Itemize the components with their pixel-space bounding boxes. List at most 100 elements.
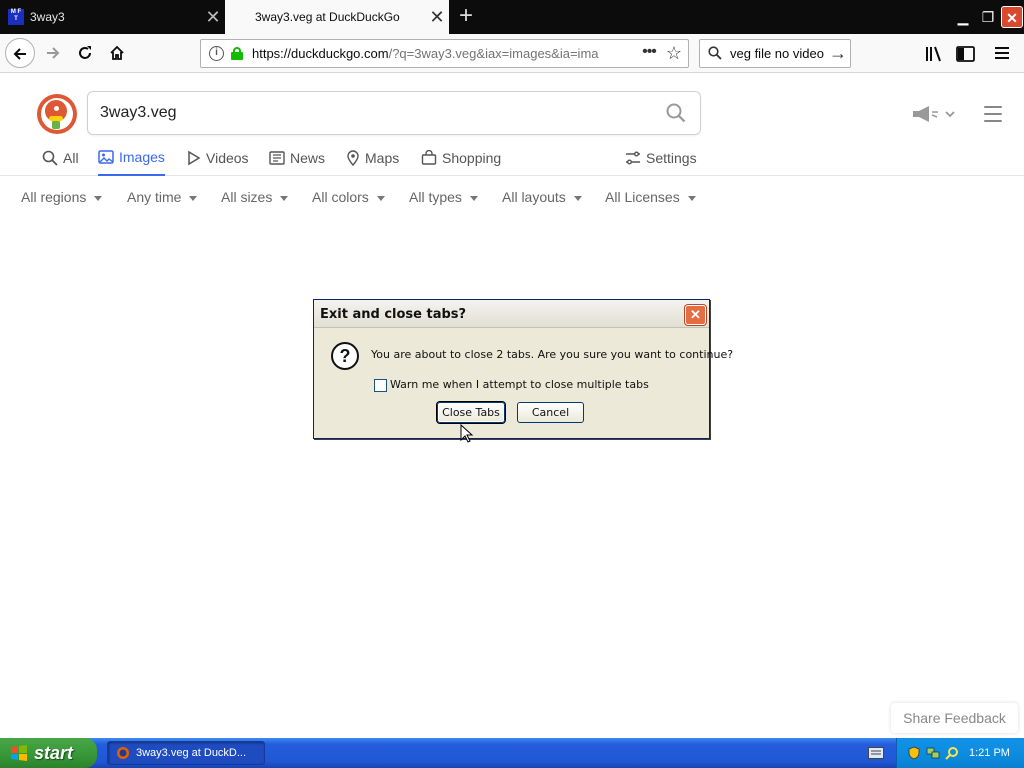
search-icon[interactable] (666, 103, 686, 123)
tab-all[interactable]: All (42, 140, 79, 176)
tab-label: Maps (365, 150, 400, 166)
screen: M FT 3way3 ✕ 3way3.veg at DuckDuckGo ✕ +… (0, 0, 1024, 768)
close-tabs-button[interactable]: Close Tabs (437, 402, 505, 423)
library-icon[interactable] (923, 42, 947, 66)
dialog-titlebar[interactable]: Exit and close tabs? ✕ (314, 300, 709, 328)
keyboard-icon[interactable] (868, 747, 884, 759)
sidebar-icon[interactable] (954, 42, 978, 66)
search-type-tabs: All Images Videos News Maps Shopping Set… (0, 140, 1024, 176)
caret-down-icon (189, 195, 198, 201)
caret-down-icon (469, 195, 478, 201)
duckduckgo-logo-icon[interactable] (37, 94, 77, 134)
window-restore-button[interactable]: ❐ (977, 6, 999, 28)
filter-time[interactable]: Any time (127, 186, 198, 210)
filter-colors[interactable]: All colors (312, 186, 385, 210)
tab-news[interactable]: News (269, 140, 325, 176)
home-button[interactable] (102, 38, 132, 68)
settings-sliders-icon (626, 151, 640, 165)
taskbar-item-firefox[interactable]: 3way3.veg at DuckD... (107, 741, 265, 765)
url-bar[interactable]: i https://duckduckgo.com/?q=3way3.veg&ia… (200, 39, 689, 68)
dialog-title: Exit and close tabs? (320, 307, 467, 322)
caret-down-icon (687, 195, 696, 201)
tab-strip: M FT 3way3 ✕ 3way3.veg at DuckDuckGo ✕ +… (0, 0, 1024, 34)
filter-sizes[interactable]: All sizes (221, 186, 289, 210)
filter-layouts[interactable]: All layouts (502, 186, 582, 210)
search-go-arrow-icon[interactable]: → (828, 40, 848, 67)
search-input[interactable]: 3way3.veg (87, 91, 701, 135)
window-minimize-button[interactable]: ▁ (952, 6, 974, 28)
map-pin-icon (347, 150, 359, 166)
tab-title: 3way3 (30, 10, 65, 24)
caret-down-icon (280, 195, 289, 201)
hamburger-menu-icon[interactable] (993, 42, 1017, 66)
start-button[interactable]: start (0, 738, 97, 768)
tab-label: Shopping (442, 150, 502, 166)
search-icon (708, 46, 722, 60)
mouse-cursor-icon (460, 424, 474, 443)
reload-button[interactable] (70, 38, 100, 68)
start-label: start (34, 743, 74, 763)
tab-images[interactable]: Images (98, 140, 165, 176)
url-text[interactable]: https://duckduckgo.com/?q=3way3.veg&iax=… (252, 40, 632, 67)
firefox-icon (117, 747, 129, 759)
page-actions-icon[interactable]: ••• (638, 40, 660, 67)
newspaper-icon (269, 151, 285, 165)
caret-down-icon (573, 195, 582, 201)
filter-licenses[interactable]: All Licenses (605, 186, 696, 210)
dialog-message: You are about to close 2 tabs. Are you s… (371, 348, 734, 361)
url-host: https://duckduckgo.com (252, 46, 389, 61)
search-tray-icon[interactable] (945, 746, 959, 760)
question-icon: ? (331, 342, 359, 370)
forward-button[interactable] (38, 38, 68, 68)
play-icon (188, 150, 201, 166)
cancel-button[interactable]: Cancel (517, 402, 584, 423)
caret-down-icon (94, 195, 103, 201)
taskbar: start 3way3.veg at DuckD... 1:21 PM (0, 738, 1024, 768)
megaphone-icon[interactable] (911, 105, 957, 123)
image-filters: All regions Any time All sizes All color… (0, 186, 1024, 210)
browser-search-bar[interactable]: veg file no video → (699, 39, 851, 68)
network-icon[interactable] (926, 746, 940, 760)
tab-close-icon[interactable]: ✕ (201, 0, 225, 34)
task-item-label: 3way3.veg at DuckD... (136, 747, 247, 759)
back-button[interactable] (5, 38, 35, 68)
caret-down-icon (376, 195, 385, 201)
window-close-button[interactable]: ✕ (1001, 6, 1023, 28)
filter-regions[interactable]: All regions (21, 186, 103, 210)
reload-icon (79, 46, 91, 59)
url-path: /?q=3way3.veg&iax=images&ia=ima (388, 46, 599, 61)
home-icon (110, 45, 124, 60)
browser-tab-duckduckgo[interactable]: 3way3.veg at DuckDuckGo ✕ (225, 0, 449, 34)
navigation-toolbar: i https://duckduckgo.com/?q=3way3.veg&ia… (0, 34, 1024, 73)
settings-button[interactable]: Settings (625, 140, 697, 176)
tab-close-icon[interactable]: ✕ (425, 0, 449, 34)
tab-shopping[interactable]: Shopping (421, 140, 501, 176)
filter-types[interactable]: All types (409, 186, 478, 210)
tab-label: All (63, 150, 79, 166)
new-tab-button[interactable]: + (452, 0, 480, 34)
search-query-text[interactable]: 3way3.veg (100, 92, 177, 134)
share-feedback-button[interactable]: Share Feedback (891, 703, 1018, 733)
warn-close-tabs-label[interactable]: Warn me when I attempt to close multiple… (390, 378, 649, 391)
info-icon[interactable]: i (209, 46, 224, 61)
warn-close-tabs-checkbox[interactable] (374, 379, 387, 392)
tab-videos[interactable]: Videos (187, 140, 249, 176)
security-shield-icon[interactable] (907, 746, 921, 760)
image-icon (98, 150, 114, 164)
settings-label: Settings (646, 150, 697, 166)
page-menu-icon[interactable] (984, 106, 1002, 122)
lock-icon[interactable] (231, 47, 243, 60)
dialog-close-button[interactable]: ✕ (685, 305, 706, 325)
close-tabs-dialog: Exit and close tabs? ✕ ? You are about t… (313, 299, 733, 439)
star-icon[interactable]: ☆ (663, 40, 685, 67)
shopping-bag-icon (421, 150, 437, 165)
forward-arrow-icon (47, 47, 60, 59)
system-tray: 1:21 PM (896, 738, 1024, 768)
search-icon (42, 150, 58, 166)
tab-label: News (290, 150, 326, 166)
back-arrow-icon (13, 48, 26, 60)
clock: 1:21 PM (969, 747, 1010, 759)
search-bar-text[interactable]: veg file no video (730, 40, 826, 67)
tab-maps[interactable]: Maps (346, 140, 399, 176)
browser-tab-3way3[interactable]: M FT 3way3 ✕ (0, 0, 225, 34)
